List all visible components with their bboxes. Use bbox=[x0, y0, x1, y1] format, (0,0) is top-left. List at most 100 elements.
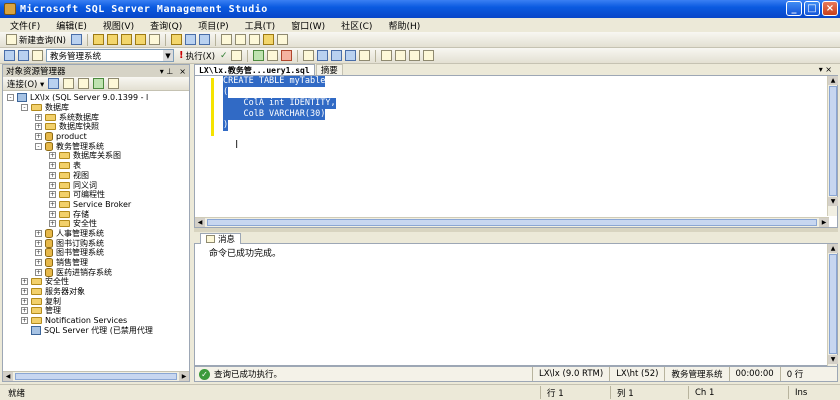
tab-summary[interactable]: 摘要 bbox=[315, 64, 343, 76]
tab-query1[interactable]: LX\lx.教务管...uery1.sql bbox=[194, 64, 315, 75]
expand-icon[interactable]: + bbox=[35, 259, 42, 267]
scroll-down-icon[interactable]: ▼ bbox=[828, 197, 838, 206]
code-area[interactable]: CREATE TABLE myTable ( ColA int IDENTITY… bbox=[223, 76, 336, 131]
maximize-button[interactable]: □ bbox=[804, 1, 820, 16]
expand-icon[interactable]: + bbox=[35, 229, 42, 237]
tree-node[interactable]: + 服务器对象 bbox=[3, 287, 189, 297]
new-query-button[interactable]: 新建查询(N) bbox=[4, 33, 68, 46]
menu-query[interactable]: 查询(Q) bbox=[150, 19, 182, 32]
xmla-query-icon[interactable] bbox=[135, 34, 146, 45]
scroll-thumb[interactable] bbox=[829, 254, 837, 354]
analysis-query-icon[interactable] bbox=[107, 34, 118, 45]
menu-view[interactable]: 视图(V) bbox=[103, 19, 134, 32]
editor-vscroll[interactable]: ▲ ▼ bbox=[827, 76, 838, 216]
registered-servers-icon[interactable] bbox=[221, 34, 232, 45]
new-file-icon[interactable] bbox=[71, 34, 82, 45]
object-explorer-hscroll[interactable]: ◀ ▶ bbox=[3, 371, 189, 381]
expand-icon[interactable]: + bbox=[49, 191, 56, 199]
uncomment-icon[interactable] bbox=[394, 50, 406, 61]
tree-node[interactable]: + 销售管理 bbox=[3, 258, 189, 268]
menu-help[interactable]: 帮助(H) bbox=[388, 19, 420, 32]
stop-icon[interactable] bbox=[78, 78, 90, 89]
scroll-down-icon[interactable]: ▼ bbox=[828, 355, 838, 364]
menu-edit[interactable]: 编辑(E) bbox=[56, 19, 87, 32]
tree-node[interactable]: + Service Broker bbox=[3, 200, 189, 210]
filter-icon[interactable] bbox=[108, 78, 120, 89]
tree-node[interactable]: + 图书订购系统 bbox=[3, 238, 189, 248]
expand-icon[interactable]: + bbox=[49, 171, 56, 179]
tree-node[interactable]: + product bbox=[3, 132, 189, 142]
scroll-up-icon[interactable]: ▲ bbox=[828, 244, 838, 253]
menu-window[interactable]: 窗口(W) bbox=[291, 19, 325, 32]
close-button[interactable]: × bbox=[822, 1, 838, 16]
tree-node[interactable]: + 医药进销存系统 bbox=[3, 267, 189, 277]
toolbox-icon[interactable] bbox=[277, 34, 288, 45]
client-statistics-icon[interactable] bbox=[316, 50, 328, 61]
template-explorer-icon[interactable] bbox=[249, 34, 260, 45]
expand-icon[interactable]: + bbox=[49, 210, 56, 218]
database-select[interactable]: 教务管理系统 ▼ bbox=[46, 49, 174, 62]
expand-icon[interactable]: + bbox=[21, 288, 28, 296]
scroll-left-icon[interactable]: ◀ bbox=[195, 218, 205, 227]
collapse-icon[interactable]: - bbox=[35, 142, 42, 150]
collapse-icon[interactable]: - bbox=[21, 104, 28, 112]
tree-node[interactable]: + 表 bbox=[3, 161, 189, 171]
tree-node[interactable]: + 安全性 bbox=[3, 219, 189, 229]
expand-icon[interactable]: + bbox=[21, 307, 28, 315]
properties-icon[interactable] bbox=[263, 34, 274, 45]
increase-indent-icon[interactable] bbox=[422, 50, 434, 61]
actual-plan-icon[interactable] bbox=[302, 50, 314, 61]
tree-node[interactable]: + 图书管理系统 bbox=[3, 248, 189, 258]
change-connection-icon[interactable] bbox=[18, 50, 29, 61]
execute-button[interactable]: ! 执行(X) bbox=[177, 49, 217, 62]
tree-node[interactable]: + 安全性 bbox=[3, 277, 189, 287]
decrease-indent-icon[interactable] bbox=[408, 50, 420, 61]
disconnect-icon[interactable] bbox=[32, 50, 43, 61]
disconnect-server-icon[interactable] bbox=[63, 78, 75, 89]
query-editor[interactable]: CREATE TABLE myTable ( ColA int IDENTITY… bbox=[194, 76, 838, 228]
mining-query-icon[interactable] bbox=[121, 34, 132, 45]
expand-icon[interactable]: + bbox=[21, 278, 28, 286]
expand-icon[interactable]: + bbox=[35, 268, 42, 276]
tab-messages[interactable]: 消息 bbox=[200, 233, 242, 245]
tree-node[interactable]: SQL Server 代理 (已禁用代理 bbox=[3, 325, 189, 336]
mobile-query-icon[interactable] bbox=[149, 34, 160, 45]
results-to-file-icon[interactable] bbox=[358, 50, 370, 61]
expand-icon[interactable]: + bbox=[35, 249, 42, 257]
menu-community[interactable]: 社区(C) bbox=[341, 19, 372, 32]
expand-icon[interactable]: + bbox=[35, 239, 42, 247]
tree-node[interactable]: + 管理 bbox=[3, 306, 189, 316]
scroll-thumb[interactable] bbox=[829, 86, 837, 196]
expand-icon[interactable]: + bbox=[35, 133, 42, 141]
results-to-text-icon[interactable] bbox=[330, 50, 342, 61]
collapse-icon[interactable]: - bbox=[7, 94, 14, 102]
menu-tools[interactable]: 工具(T) bbox=[245, 19, 276, 32]
comment-icon[interactable] bbox=[380, 50, 392, 61]
expand-icon[interactable]: + bbox=[49, 200, 56, 208]
cancel-query-icon[interactable] bbox=[230, 50, 242, 61]
tree-node[interactable]: - 教务管理系统 bbox=[3, 141, 189, 151]
connect-icon[interactable] bbox=[4, 50, 15, 61]
query-options-icon[interactable] bbox=[266, 50, 278, 61]
tree-node[interactable]: + 系统数据库 bbox=[3, 112, 189, 122]
tab-controls[interactable]: ▾ × bbox=[819, 65, 832, 74]
estimated-plan-icon[interactable] bbox=[252, 50, 264, 61]
expand-icon[interactable]: + bbox=[35, 113, 42, 121]
tree-node[interactable]: + 存储 bbox=[3, 209, 189, 219]
close-icon[interactable]: × bbox=[179, 67, 186, 76]
tree-node[interactable]: + 视图 bbox=[3, 171, 189, 181]
tree-node[interactable]: - 数据库 bbox=[3, 103, 189, 113]
connect-dropdown[interactable]: 连接(O) ▾ bbox=[7, 78, 44, 90]
expand-icon[interactable]: + bbox=[21, 317, 28, 325]
parse-check-icon[interactable]: ✓ bbox=[220, 51, 228, 61]
expand-icon[interactable]: + bbox=[49, 181, 56, 189]
expand-icon[interactable]: + bbox=[49, 162, 56, 170]
open-file-icon[interactable] bbox=[171, 34, 182, 45]
tree-node[interactable]: + 数据库关系图 bbox=[3, 151, 189, 161]
tree-node[interactable]: + 复制 bbox=[3, 296, 189, 306]
connect-server-icon[interactable] bbox=[48, 78, 60, 89]
editor-hscroll[interactable]: ◀ ▶ bbox=[195, 217, 829, 227]
intellisense-icon[interactable] bbox=[280, 50, 292, 61]
scroll-left-icon[interactable]: ◀ bbox=[3, 372, 13, 381]
tree-node[interactable]: + Notification Services bbox=[3, 316, 189, 326]
